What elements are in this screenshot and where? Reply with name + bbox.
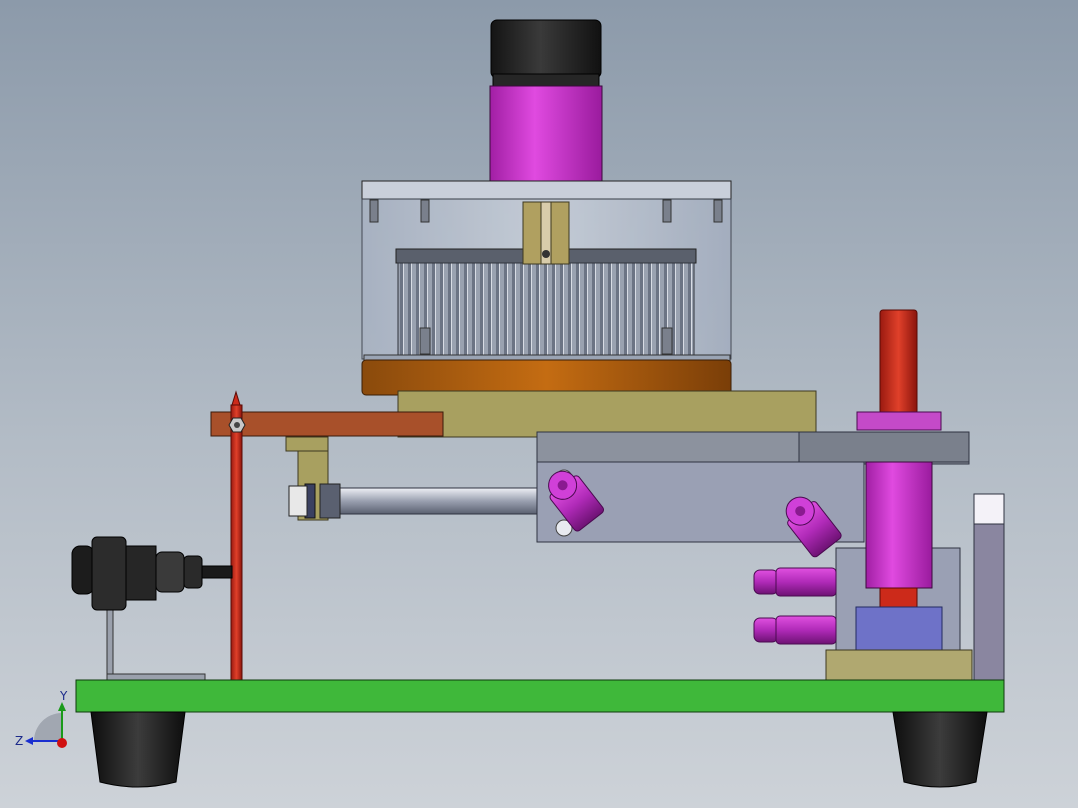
copper-flange [361,359,732,396]
y-axis-label: Y [59,689,68,703]
z-axis-label: Z [15,734,23,748]
transparent-housing[interactable] [361,180,732,362]
orientation-triad[interactable]: Y Z [15,689,68,748]
x-axis-icon [57,738,67,748]
connector-plug[interactable] [71,536,233,611]
hex-nut-icon [228,417,246,433]
assembly-drawing: Y Z [15,19,1005,788]
heat-sink [397,262,695,360]
triad-arc-icon [34,713,62,741]
rubber-foot-right [892,711,988,788]
top-motor[interactable] [489,19,603,183]
rubber-foot-left [90,711,186,788]
push-fitting-upper[interactable] [753,567,837,597]
brown-arm [210,411,444,437]
red-rod[interactable] [230,390,243,682]
side-plate [973,493,1005,683]
base-plate [75,679,1005,713]
cad-viewport[interactable]: Y Z [0,0,1078,808]
piston-shaft[interactable] [288,483,544,519]
push-fitting-lower[interactable] [753,615,837,645]
